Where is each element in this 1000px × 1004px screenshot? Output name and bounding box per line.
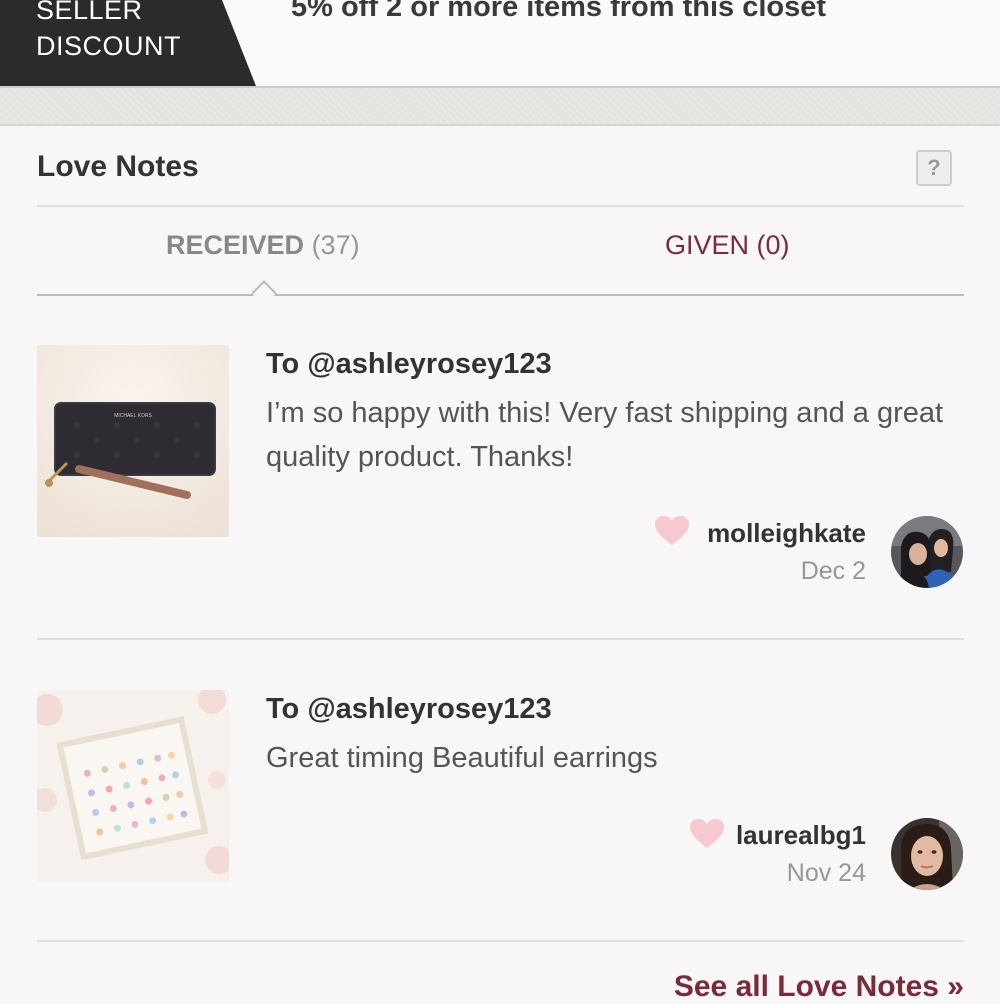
badge-line-2: DISCOUNT — [36, 31, 181, 61]
avatar[interactable] — [891, 516, 963, 588]
note-date: Nov 24 — [786, 859, 866, 887]
badge-line-1: SELLER — [36, 0, 143, 25]
tab-given[interactable]: GIVEN (0) — [665, 230, 790, 261]
avatar[interactable] — [891, 818, 963, 890]
tab-received-count: (37) — [311, 230, 360, 260]
help-button[interactable]: ? — [916, 150, 952, 186]
svg-text:MICHAEL KORS: MICHAEL KORS — [114, 413, 152, 419]
earrings-box-image[interactable] — [37, 690, 229, 882]
active-tab-indicator — [251, 280, 277, 306]
tab-received-label: RECEIVED — [166, 230, 305, 260]
heart-icon — [690, 819, 724, 848]
note-author[interactable]: laurealbg1 — [736, 820, 866, 851]
heart-icon — [655, 516, 689, 545]
note-recipient: To @ashleyrosey123 — [266, 348, 552, 380]
note-message: I’m so happy with this! Very fast shippi… — [266, 397, 944, 473]
tab-received[interactable]: RECEIVED (37) — [166, 230, 360, 261]
note-message: Great timing Beautiful earrings — [266, 742, 658, 774]
note-date: Dec 2 — [800, 557, 866, 585]
discount-description: 5% off 2 or more items from this closet — [291, 0, 827, 23]
note-recipient: To @ashleyrosey123 — [266, 693, 552, 725]
seller-discount-badge-text: SELLER DISCOUNT — [36, 0, 181, 64]
section-title: Love Notes — [37, 150, 199, 183]
section-separator — [0, 88, 1000, 126]
divider — [37, 638, 964, 640]
see-all-love-notes-link[interactable]: See all Love Notes » — [674, 970, 964, 1004]
note-author[interactable]: molleighkate — [707, 518, 866, 549]
divider — [37, 940, 964, 942]
wallet-image[interactable]: MICHAEL KORS — [37, 345, 229, 537]
divider — [37, 205, 964, 207]
seller-discount-banner: SELLER DISCOUNT 5% off 2 or more items f… — [0, 0, 1000, 88]
tabs-underline — [37, 294, 964, 296]
